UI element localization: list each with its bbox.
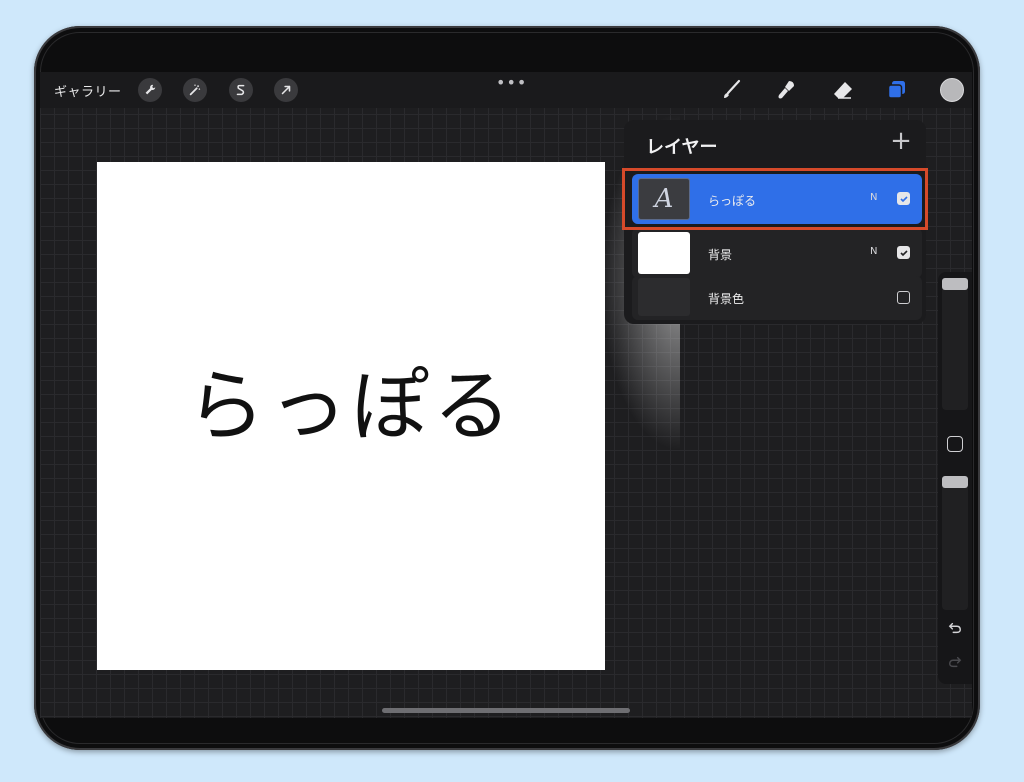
layers-tool-button[interactable]	[884, 77, 910, 103]
layer-thumbnail-white	[638, 232, 690, 274]
wrench-icon	[145, 84, 156, 95]
actions-button[interactable]	[138, 78, 162, 102]
checkmark-icon	[899, 249, 908, 256]
undo-icon	[948, 622, 961, 634]
selection-icon	[236, 84, 245, 96]
layers-icon	[887, 81, 905, 99]
eraser-icon	[834, 82, 852, 99]
brush-size-knob[interactable]	[942, 278, 968, 290]
layer-thumbnail-text: A	[638, 178, 690, 220]
layer-row-text[interactable]: A らっぽる N	[632, 174, 922, 224]
brush-size-slider[interactable]	[942, 278, 968, 410]
layer-row-background-color[interactable]: 背景色	[632, 276, 922, 320]
smudge-tool-button[interactable]	[774, 77, 800, 103]
opacity-knob[interactable]	[942, 476, 968, 488]
gallery-button[interactable]: ギャラリー	[54, 81, 122, 100]
sidebar	[938, 272, 972, 684]
opacity-slider[interactable]	[942, 476, 968, 610]
drawing-canvas[interactable]: らっぽる	[97, 162, 605, 670]
magic-wand-icon	[189, 84, 201, 96]
eraser-tool-button[interactable]	[830, 77, 856, 103]
redo-icon	[949, 656, 962, 668]
layer-name: 背景色	[708, 292, 745, 306]
layer-name: らっぽる	[708, 194, 757, 208]
modify-button[interactable]	[947, 436, 963, 452]
visibility-checkbox[interactable]	[897, 291, 910, 304]
procreate-screen: ギャラリー ••• らっぽる レイヤー + A らっぽる N 背景 N 背景色	[40, 72, 972, 718]
layers-panel-title: レイヤー	[646, 137, 718, 158]
more-options-icon[interactable]: •••	[496, 73, 527, 92]
canvas-text-content: らっぽる	[186, 362, 515, 452]
blend-mode-button[interactable]: N	[870, 192, 877, 203]
checkmark-icon	[899, 195, 908, 202]
visibility-checkbox[interactable]	[897, 192, 910, 205]
text-layer-icon: A	[654, 184, 674, 214]
smudge-icon	[778, 81, 794, 99]
visibility-checkbox[interactable]	[897, 246, 910, 259]
undo-button[interactable]	[945, 618, 965, 638]
layers-panel: レイヤー + A らっぽる N 背景 N 背景色	[624, 120, 926, 324]
redo-button[interactable]	[945, 652, 965, 672]
brush-icon	[724, 79, 741, 98]
color-picker-button[interactable]	[940, 78, 964, 102]
top-toolbar: ギャラリー •••	[40, 72, 972, 108]
transform-arrow-icon	[281, 85, 291, 95]
adjustments-button[interactable]	[183, 78, 207, 102]
transform-button[interactable]	[274, 78, 298, 102]
layer-name: 背景	[708, 248, 733, 262]
layer-thumbnail-dark	[638, 278, 690, 316]
layer-row-background[interactable]: 背景 N	[632, 228, 922, 278]
brush-tool-button[interactable]	[718, 77, 744, 103]
selection-button[interactable]	[229, 78, 253, 102]
home-indicator[interactable]	[382, 708, 630, 713]
add-layer-button[interactable]: +	[888, 128, 914, 154]
blend-mode-button[interactable]: N	[870, 246, 877, 257]
